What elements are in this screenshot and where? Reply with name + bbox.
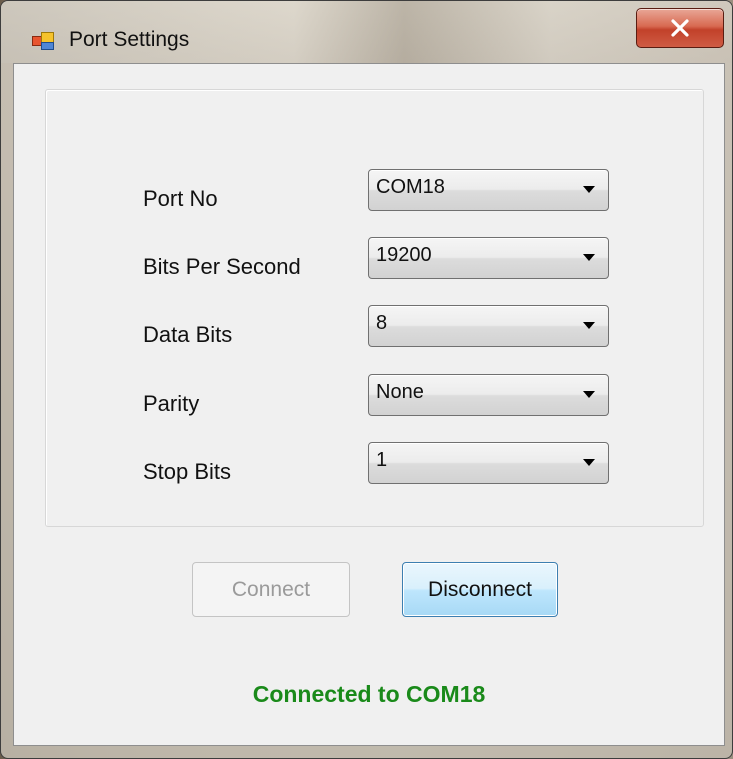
dropdown-arrow-icon	[583, 391, 595, 398]
parity-combobox[interactable]: None	[368, 374, 609, 416]
port-no-label: Port No	[143, 186, 218, 211]
data-bits-value: 8	[376, 312, 388, 334]
bits-per-second-value: 19200	[376, 244, 432, 266]
window-app-icon	[32, 32, 54, 50]
stop-bits-value: 1	[376, 449, 388, 471]
port-no-value: COM18	[376, 176, 445, 198]
stop-bits-label: Stop Bits	[143, 459, 232, 484]
close-button[interactable]	[636, 8, 724, 48]
connect-button[interactable]: Connect	[192, 562, 350, 617]
connection-status-text: Connected to COM18	[252, 681, 486, 707]
stop-bits-combobox[interactable]: 1	[368, 442, 609, 484]
disconnect-button[interactable]: Disconnect	[402, 562, 558, 617]
parity-label: Parity	[143, 391, 200, 416]
window-title: Port Settings	[69, 28, 190, 51]
data-bits-label: Data Bits	[143, 322, 233, 347]
dropdown-arrow-icon	[583, 459, 595, 466]
bits-per-second-combobox[interactable]: 19200	[368, 237, 609, 279]
bits-per-second-label: Bits Per Second	[143, 254, 301, 279]
port-no-combobox[interactable]: COM18	[368, 169, 609, 211]
dropdown-arrow-icon	[583, 186, 595, 193]
dropdown-arrow-icon	[583, 254, 595, 261]
settings-group-box: Port No COM18 Bits Per Second 19200 Data…	[45, 89, 704, 527]
parity-value: None	[376, 381, 424, 403]
client-area: Port No COM18 Bits Per Second 19200 Data…	[13, 63, 725, 746]
close-x-icon	[670, 19, 690, 37]
data-bits-combobox[interactable]: 8	[368, 305, 609, 347]
port-settings-window: Port Settings Port No COM18 Bits Per Sec…	[0, 0, 733, 759]
dropdown-arrow-icon	[583, 322, 595, 329]
title-bar[interactable]: Port Settings	[1, 1, 732, 63]
